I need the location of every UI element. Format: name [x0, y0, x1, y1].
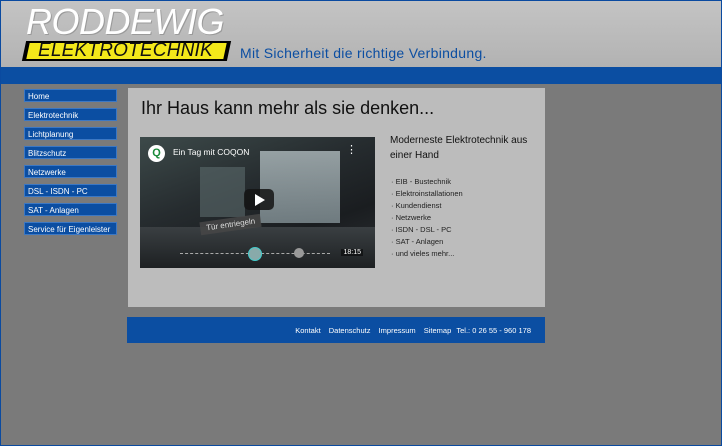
more-options-icon[interactable]: ⋮	[346, 145, 357, 156]
footer-link-sitemap[interactable]: Sitemap	[424, 326, 452, 335]
list-item: · Kundendienst	[391, 201, 442, 210]
footer-link-impressum[interactable]: Impressum	[379, 326, 416, 335]
nav-item-elektrotechnik[interactable]: Elektrotechnik	[24, 108, 117, 121]
list-item: · Netzwerke	[391, 213, 432, 222]
feature-list: · EIB - Bustechnik · Elektroinstallation…	[391, 176, 463, 260]
list-item: · ISDN - DSL - PC	[391, 225, 452, 234]
video-player[interactable]: Q Ein Tag mit COQON ⋮ Tür entriegeln 18:…	[140, 137, 375, 268]
nav-item-netzwerke[interactable]: Netzwerke	[24, 165, 117, 178]
nav-item-sat-anlagen[interactable]: SAT - Anlagen	[24, 203, 117, 216]
footer-link-kontakt[interactable]: Kontakt	[295, 326, 320, 335]
channel-logo-icon[interactable]: Q	[148, 145, 165, 162]
list-item: · SAT - Anlagen	[391, 237, 444, 246]
video-title[interactable]: Ein Tag mit COQON	[173, 147, 249, 157]
logo-top-text[interactable]: RODDEWIG	[26, 2, 225, 42]
video-time: 18:15	[341, 249, 363, 256]
avatar-icon	[248, 247, 262, 261]
slogan: Mit Sicherheit die richtige Verbindung.	[240, 45, 487, 61]
nav-item-home[interactable]: Home	[24, 89, 117, 102]
play-icon[interactable]	[244, 189, 274, 210]
list-item: · und vieles mehr...	[391, 249, 455, 258]
main-content: Ihr Haus kann mehr als sie denken... Q E…	[128, 88, 545, 307]
page-title: Ihr Haus kann mehr als sie denken...	[141, 98, 435, 118]
footer: Kontakt Datenschutz Impressum Sitemap Te…	[127, 317, 545, 343]
header: RODDEWIG ELEKTROTECHNIK Mit Sicherheit d…	[0, 0, 722, 68]
header-bar	[0, 67, 722, 84]
nav-item-blitzschutz[interactable]: Blitzschutz	[24, 146, 117, 159]
nav-item-service[interactable]: Service für Eigenleister	[24, 222, 117, 235]
footer-tel: Tel.: 0 26 55 - 960 178	[456, 326, 531, 335]
list-item: · Elektroinstallationen	[391, 189, 463, 198]
sidebar-nav: Home Elektrotechnik Lichtplanung Blitzsc…	[24, 89, 117, 241]
avatar-icon	[294, 248, 304, 258]
logo-bottom-text[interactable]: ELEKTROTECHNIK	[38, 40, 213, 62]
list-item: · EIB - Bustechnik	[391, 177, 452, 186]
nav-item-lichtplanung[interactable]: Lichtplanung	[24, 127, 117, 140]
nav-item-dsl-isdn-pc[interactable]: DSL - ISDN - PC	[24, 184, 117, 197]
footer-link-datenschutz[interactable]: Datenschutz	[329, 326, 371, 335]
feature-heading: Moderneste Elektrotechnik aus einer Hand	[390, 135, 528, 161]
